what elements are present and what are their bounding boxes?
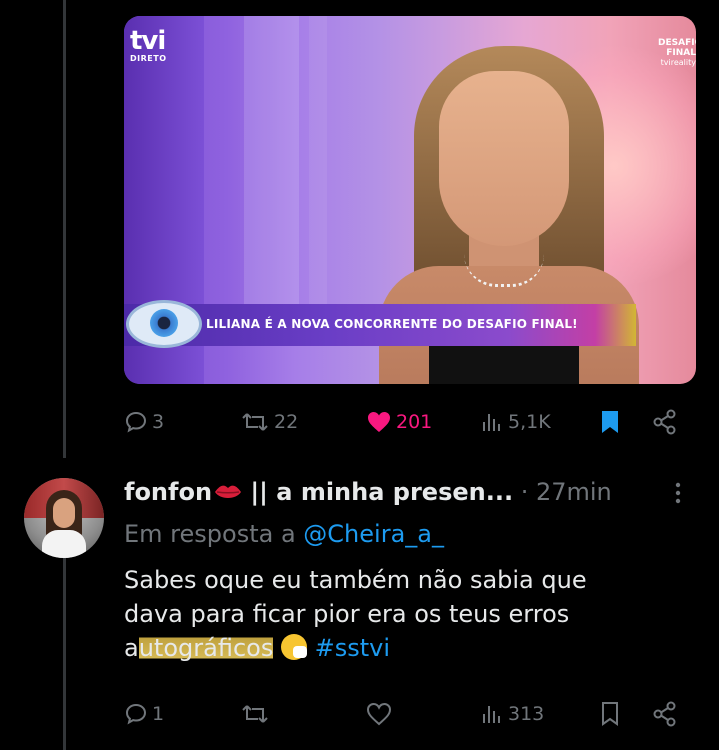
bookmark-button[interactable] (598, 700, 622, 728)
like-icon (366, 702, 392, 726)
bookmark-icon (602, 702, 618, 726)
big-brother-eye-icon (126, 300, 202, 348)
display-name-suffix[interactable]: || a minha presen... (242, 478, 513, 506)
lips-emoji-icon (214, 479, 242, 498)
tweet-text: Sabes oque eu também não sabia que dava … (124, 566, 587, 662)
views-icon (483, 414, 500, 431)
reply-tweet-actions: 1 313 (124, 700, 684, 728)
views-icon (483, 706, 500, 723)
reply-icon (125, 411, 147, 433)
views-button[interactable]: 5,1K (480, 408, 551, 436)
more-options-button[interactable] (666, 478, 690, 510)
tweet-header: fonfon || a minha presen... · 27min (124, 478, 684, 510)
tvi-channel-logo: tvi DIRETO (130, 26, 167, 63)
retweet-icon (242, 705, 268, 723)
reply-button[interactable]: 1 (124, 700, 164, 728)
retweet-button[interactable] (240, 700, 270, 728)
bookmark-icon-filled (602, 411, 618, 433)
share-icon (653, 409, 676, 435)
like-button[interactable] (366, 700, 392, 728)
avatar[interactable] (24, 478, 104, 558)
display-name[interactable]: fonfon (124, 478, 212, 506)
reply-icon (125, 703, 147, 725)
like-button[interactable]: 201 (366, 408, 432, 436)
desafio-final-logo: DESAFIO FINAL tvireality (658, 38, 696, 67)
reply-mention-link[interactable]: @Cheira_a_ (303, 520, 444, 548)
sneezing-face-emoji-icon (280, 634, 307, 660)
share-button[interactable] (652, 700, 678, 728)
thread-line-lower (63, 556, 66, 750)
timestamp[interactable]: · 27min (513, 478, 612, 506)
reply-context: Em resposta a @Cheira_a_ (124, 520, 444, 548)
thread-line (63, 0, 66, 458)
more-icon (675, 482, 681, 504)
share-button[interactable] (652, 408, 678, 436)
views-button[interactable]: 313 (480, 700, 544, 728)
bookmark-button[interactable] (598, 408, 622, 436)
video-media[interactable]: tvi DIRETO DESAFIO FINAL tvireality LILI… (124, 16, 696, 384)
hashtag-link[interactable]: #sstvi (315, 634, 390, 662)
tweet-actions: 3 22 201 5,1K (124, 408, 684, 436)
share-icon (653, 701, 676, 727)
reply-button[interactable]: 3 (124, 408, 164, 436)
like-icon-filled (368, 412, 390, 432)
retweet-icon (242, 413, 268, 431)
contestant-face (439, 71, 569, 246)
banner-text: LILIANA É A NOVA CONCORRENTE DO DESAFIO … (206, 317, 578, 331)
highlighted-word: utográficos (138, 634, 274, 662)
retweet-button[interactable]: 22 (240, 408, 298, 436)
caption-banner: LILIANA É A NOVA CONCORRENTE DO DESAFIO … (124, 300, 636, 348)
